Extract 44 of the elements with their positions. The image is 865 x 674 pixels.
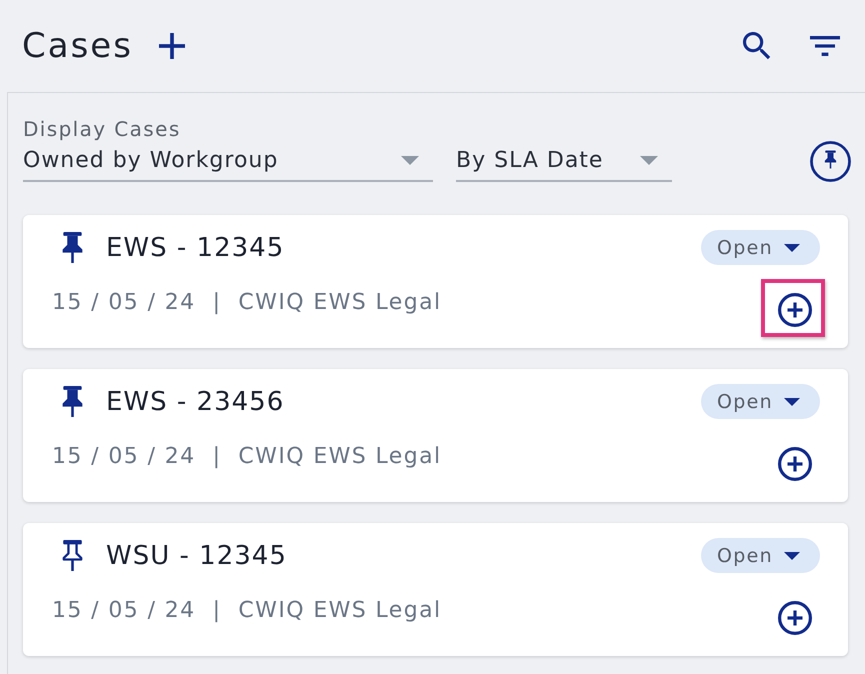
case-group: CWIQ EWS Legal: [238, 290, 442, 315]
case-date: 15 / 05 / 24: [52, 598, 196, 623]
filter-button[interactable]: [810, 36, 840, 56]
status-dropdown[interactable]: Open: [701, 230, 820, 265]
display-cases-label: Display Cases: [23, 117, 181, 141]
separator: |: [212, 290, 222, 315]
case-group: CWIQ EWS Legal: [238, 444, 442, 469]
add-circle-icon: [778, 601, 812, 635]
filter-icon: [810, 36, 840, 56]
case-title: EWS - 12345: [106, 232, 284, 262]
caret-icon: [640, 156, 658, 165]
case-date: 15 / 05 / 24: [52, 444, 196, 469]
separator: |: [212, 444, 222, 469]
add-circle-icon: [778, 293, 812, 327]
add-case-button[interactable]: [158, 33, 185, 59]
separator: |: [212, 598, 222, 623]
search-icon: [743, 32, 771, 60]
case-group: CWIQ EWS Legal: [238, 598, 442, 623]
status-dropdown[interactable]: Open: [701, 538, 820, 573]
owner-dropdown[interactable]: Owned by Workgroup: [23, 142, 433, 182]
add-button[interactable]: [778, 447, 812, 481]
pin-outline-icon[interactable]: [62, 540, 83, 571]
add-circle-icon: [778, 447, 812, 481]
pin-icon[interactable]: [62, 386, 83, 417]
case-title: WSU - 12345: [106, 540, 287, 570]
case-card[interactable]: EWS - 12345 Open 15 / 05 / 24 | CWIQ EWS Legal: [23, 215, 848, 348]
case-date: 15 / 05 / 24: [52, 290, 196, 315]
case-card[interactable]: WSU - 12345 Open 15 / 05 / 24 | CWIQ EWS Legal: [23, 523, 848, 656]
add-button[interactable]: [778, 601, 812, 635]
plus-icon: [158, 33, 185, 59]
status-dropdown[interactable]: Open: [701, 384, 820, 419]
pin-circle-icon: [810, 141, 851, 182]
add-button[interactable]: [778, 293, 812, 327]
caret-icon: [784, 552, 800, 560]
caret-icon: [784, 244, 800, 252]
sort-dropdown[interactable]: By SLA Date: [456, 142, 672, 182]
pin-filter-button[interactable]: [810, 141, 851, 182]
caret-icon: [784, 398, 800, 406]
page-title: Cases: [22, 26, 133, 66]
case-card[interactable]: EWS - 23456 Open 15 / 05 / 24 | CWIQ EWS Legal: [23, 369, 848, 502]
pin-icon[interactable]: [62, 232, 83, 263]
search-button[interactable]: [743, 32, 771, 60]
caret-icon: [401, 156, 419, 165]
case-title: EWS - 23456: [106, 386, 284, 416]
